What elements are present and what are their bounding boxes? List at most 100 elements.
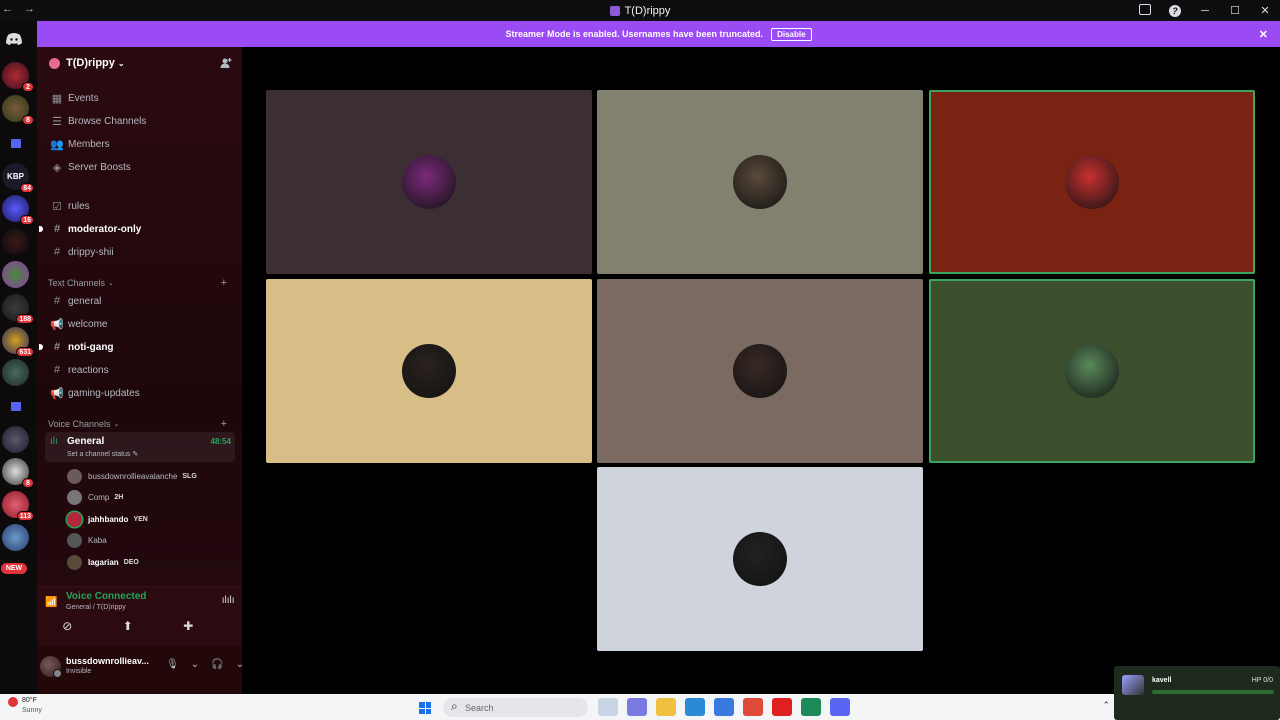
store-icon[interactable]: [714, 698, 734, 716]
activities-icon[interactable]: ✚: [163, 619, 213, 633]
avatar: [67, 468, 82, 484]
participant-tile[interactable]: [266, 90, 592, 274]
nav-item-server-boosts[interactable]: ◈ Server Boosts: [45, 157, 235, 177]
participant-tile[interactable]: [266, 279, 592, 463]
channel-moderator-only[interactable]: # moderator-only: [39, 219, 235, 239]
guild-icon[interactable]: 8: [2, 95, 34, 125]
guild-icon[interactable]: 188: [2, 294, 34, 324]
discord-taskbar-icon[interactable]: [830, 698, 850, 716]
participant-tile[interactable]: [929, 279, 1255, 463]
channel-general[interactable]: # general: [45, 291, 235, 311]
folder-icon[interactable]: [2, 393, 29, 420]
camera-off-icon[interactable]: ⊘: [42, 619, 92, 633]
channel-label: welcome: [68, 318, 108, 330]
discord-home-icon[interactable]: [3, 28, 25, 50]
server-header[interactable]: T(D)rippy ⌄: [37, 47, 242, 79]
user-status: Invisible: [66, 668, 92, 675]
participant-tile[interactable]: [597, 467, 923, 651]
guild-icon[interactable]: 113: [2, 491, 34, 521]
nav-item-events[interactable]: ▦ Events: [45, 88, 235, 108]
voice-user[interactable]: jahhbando YEN: [67, 509, 237, 529]
guild-icon[interactable]: [2, 261, 29, 288]
add-channel-icon[interactable]: +: [221, 277, 227, 289]
taskbar-search[interactable]: Search: [443, 698, 588, 717]
overlay-thumbnail: [1122, 675, 1144, 695]
chevron-down-icon[interactable]: ⌄: [191, 659, 199, 670]
voice-channel-general[interactable]: ılı General 48:54 Set a channel status ✎: [45, 432, 235, 462]
guild-icon[interactable]: [2, 426, 29, 453]
channel-drippy-shii[interactable]: # drippy-shii: [45, 242, 235, 262]
copilot-icon[interactable]: [627, 698, 647, 716]
task-view-icon[interactable]: [598, 698, 618, 716]
new-pill[interactable]: NEW: [1, 563, 27, 574]
help-icon[interactable]: ?: [1160, 4, 1190, 17]
avatar[interactable]: [40, 656, 62, 678]
window-title: T(D)rippy: [609, 5, 670, 17]
voice-user[interactable]: Iagarian DEO: [67, 552, 237, 572]
disable-streamer-button[interactable]: Disable: [771, 27, 812, 41]
nav-item-browse-channels[interactable]: ☰ Browse Channels: [45, 111, 235, 131]
category-text-channels[interactable]: Text Channels ⌄ +: [48, 276, 233, 290]
username[interactable]: bussdownrollieav...: [66, 656, 149, 666]
avatar: [67, 532, 82, 548]
avatar: [402, 155, 456, 209]
microphone-icon[interactable]: 🎙: [166, 659, 179, 670]
signal-icon[interactable]: 📶: [45, 597, 57, 608]
start-icon[interactable]: [419, 702, 431, 714]
voice-user[interactable]: Kaba: [67, 530, 237, 550]
channel-rules[interactable]: ☑ rules: [45, 196, 235, 216]
add-member-icon[interactable]: [220, 57, 232, 69]
channel-status-input[interactable]: Set a channel status ✎: [67, 450, 138, 458]
participant-tile[interactable]: [597, 279, 923, 463]
headphones-icon[interactable]: 🎧: [211, 659, 223, 670]
close-button[interactable]: ✕: [1250, 4, 1280, 17]
chrome-icon[interactable]: [743, 698, 763, 716]
nav-arrows[interactable]: ← →: [2, 3, 39, 15]
voice-user[interactable]: bussdownrollieavalanche SLG: [67, 466, 237, 486]
file-explorer-icon[interactable]: [656, 698, 676, 716]
participant-tile[interactable]: [929, 90, 1255, 274]
add-channel-icon[interactable]: +: [221, 418, 227, 430]
guild-icon[interactable]: 631: [2, 327, 34, 357]
participant-tile[interactable]: [597, 90, 923, 274]
windows-taskbar: 80°F Sunny Search ⌃: [0, 694, 1280, 720]
channel-label: gaming-updates: [68, 387, 140, 399]
weather-temp[interactable]: 80°F: [22, 697, 37, 704]
inbox-icon[interactable]: [1130, 3, 1160, 18]
voice-timer: 48:54: [210, 437, 231, 446]
guild-icon[interactable]: [2, 524, 29, 551]
category-voice-channels[interactable]: Voice Channels ⌄ +: [48, 417, 233, 431]
voice-user-name: Comp: [88, 492, 110, 502]
channel-welcome[interactable]: 📢 welcome: [45, 314, 235, 334]
guild-icon[interactable]: 2: [2, 62, 34, 92]
voice-user[interactable]: Comp 2H: [67, 487, 237, 507]
folder-icon[interactable]: [2, 130, 29, 157]
minimize-button[interactable]: ─: [1190, 5, 1220, 17]
youtube-icon[interactable]: [772, 698, 792, 716]
server-icon: [49, 57, 60, 69]
maximize-button[interactable]: ☐: [1220, 4, 1250, 17]
tray-chevron-icon[interactable]: ⌃: [1102, 700, 1110, 711]
guild-icon[interactable]: KBP 84: [2, 163, 34, 193]
guild-icon[interactable]: 16: [2, 195, 34, 225]
overlay-hp-bar: [1152, 690, 1274, 694]
channel-gaming-updates[interactable]: 📢 gaming-updates: [45, 383, 235, 403]
noise-suppression-icon[interactable]: ılılı: [222, 595, 235, 606]
channel-noti-gang[interactable]: # noti-gang: [39, 337, 235, 357]
weather-condition: Sunny: [22, 707, 42, 714]
guild-icon[interactable]: [2, 359, 29, 386]
close-banner-icon[interactable]: ✕: [1259, 28, 1268, 41]
nav-item-members[interactable]: 👥 Members: [45, 134, 235, 154]
app-icon[interactable]: [801, 698, 821, 716]
voice-connected-title[interactable]: Voice Connected: [66, 591, 146, 602]
guild-icon[interactable]: 8: [2, 458, 34, 488]
channel-reactions[interactable]: # reactions: [45, 360, 235, 380]
voice-connected-subtitle[interactable]: General / T(D)rippy: [66, 604, 126, 611]
mention-badge: 113: [16, 511, 34, 521]
hash-icon: #: [53, 364, 61, 376]
weather-icon[interactable]: [8, 697, 18, 707]
guild-icon[interactable]: [2, 228, 29, 255]
screen-share-icon[interactable]: ⬆: [103, 619, 153, 633]
voice-user-name: Iagarian: [88, 557, 119, 567]
edge-icon[interactable]: [685, 698, 705, 716]
